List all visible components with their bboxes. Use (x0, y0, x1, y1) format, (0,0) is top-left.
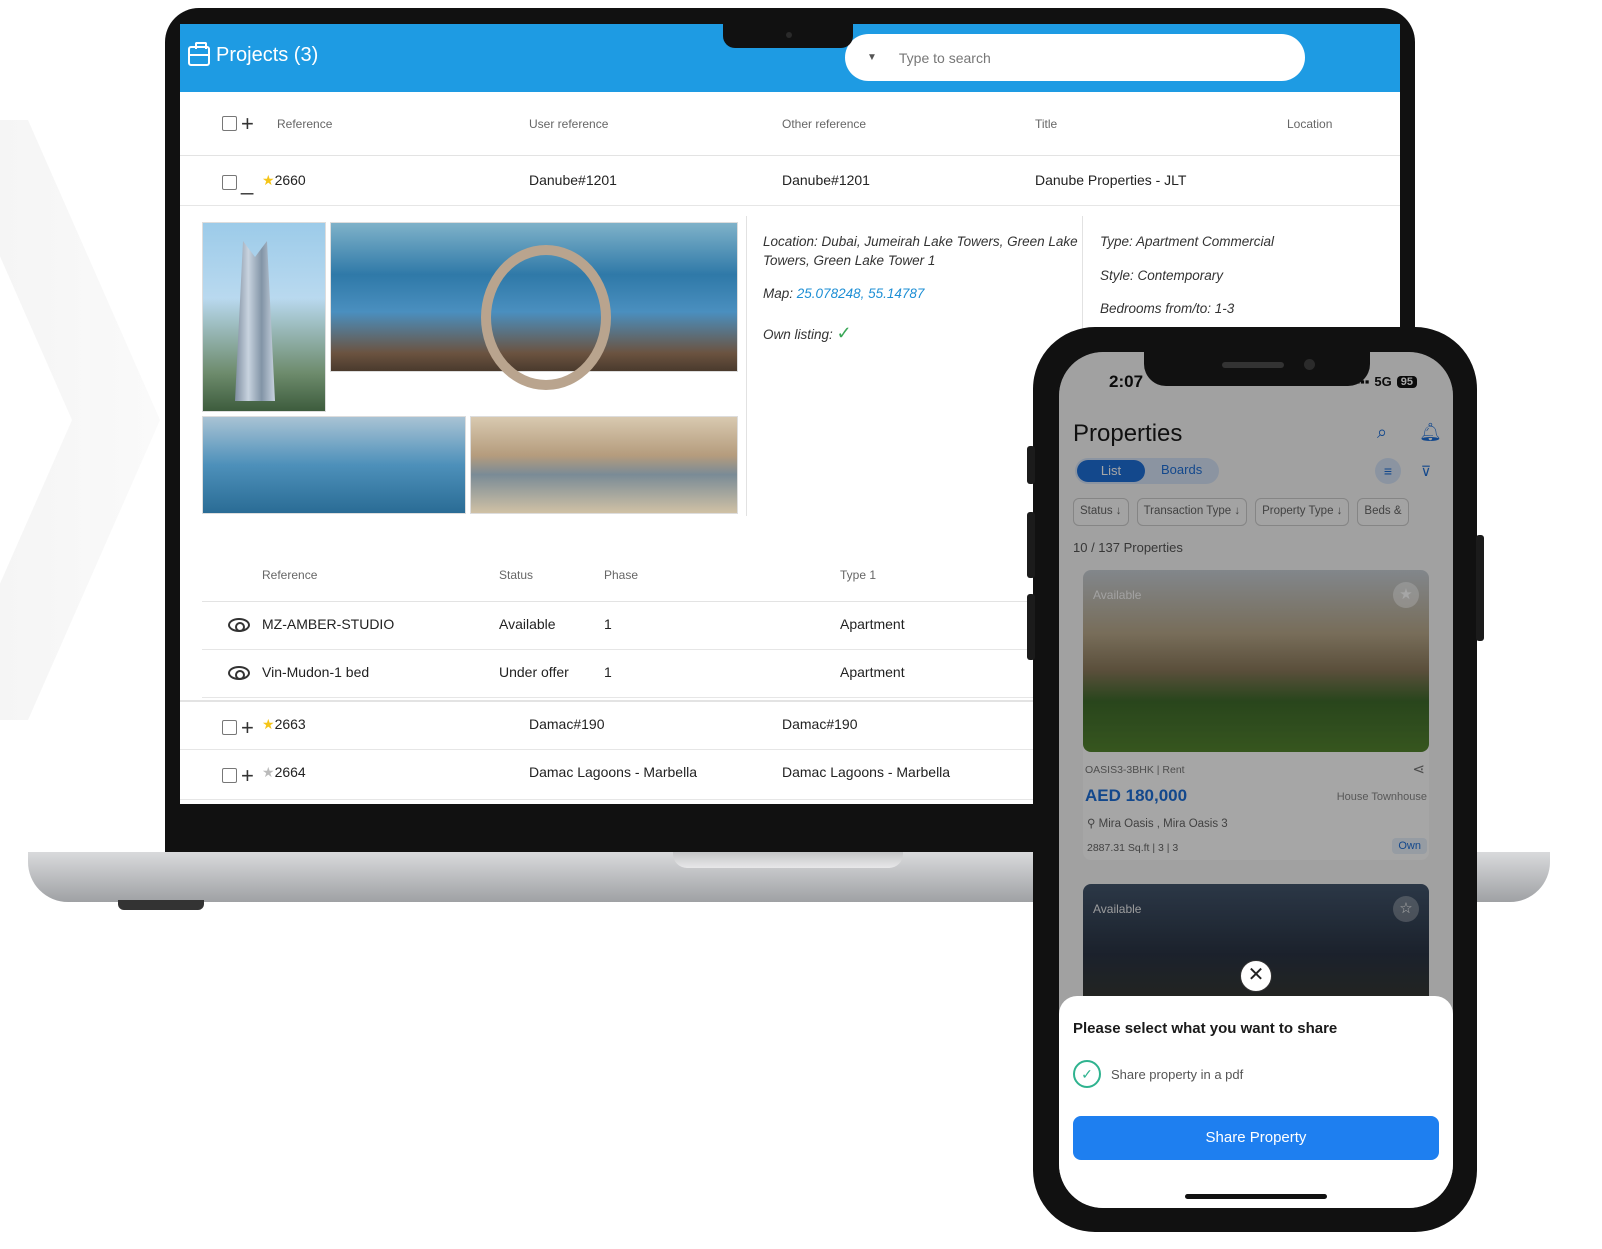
eye-icon[interactable] (228, 618, 250, 632)
unit-phase: 1 (604, 616, 612, 632)
row-reference: 2664 (274, 764, 306, 780)
col-title[interactable]: Title (1035, 117, 1057, 131)
home-indicator (1185, 1194, 1327, 1199)
col-phase[interactable]: Phase (604, 568, 638, 582)
col-location[interactable]: Location (1287, 117, 1332, 131)
detail-own-listing: Own listing: ✓ (763, 323, 852, 343)
unit-status: Available (499, 616, 556, 632)
divider (746, 216, 747, 516)
tower-photo[interactable] (202, 222, 326, 412)
col-other-reference[interactable]: Other reference (782, 117, 866, 131)
expand-icon[interactable]: + (241, 716, 254, 738)
divider (1082, 216, 1083, 336)
col-user-reference[interactable]: User reference (529, 117, 608, 131)
row-reference: 2663 (274, 716, 306, 732)
checkbox[interactable] (222, 767, 237, 783)
phone-button (1027, 446, 1035, 484)
share-sheet: Please select what you want to share ✓ S… (1059, 996, 1453, 1208)
speaker (1222, 362, 1284, 368)
row-reference: 2660 (274, 172, 306, 188)
phone-screen: 2:07 ▪▪▪ 5G 95 Properties ⌕ 🔔︎ List Boar… (1059, 352, 1453, 1208)
unit-reference: Vin-Mudon-1 bed (262, 664, 370, 680)
pool-photo[interactable] (330, 222, 738, 390)
unit-row[interactable]: Vin-Mudon-1 bed Under offer 1 Apartment (202, 650, 1082, 698)
unit-type: Apartment (840, 664, 905, 680)
search-input[interactable]: ▼ Type to search (845, 34, 1305, 81)
row-title: Danube Properties - JLT (1035, 172, 1187, 188)
unit-row[interactable]: MZ-AMBER-STUDIO Available 1 Apartment (202, 602, 1082, 650)
briefcase-icon (188, 41, 210, 66)
units-table-header: Reference Status Phase Type 1 (202, 544, 1082, 602)
unit-status: Under offer (499, 664, 569, 680)
star-icon[interactable]: ★ (262, 764, 275, 780)
app-title[interactable]: Projects (3) (188, 41, 318, 67)
star-icon[interactable]: ★ (262, 172, 275, 188)
collapse-icon[interactable]: _ (241, 171, 253, 193)
col-status[interactable]: Status (499, 568, 533, 582)
row-user-reference: Damac Lagoons - Marbella (529, 764, 698, 780)
sheet-title: Please select what you want to share (1073, 1020, 1338, 1037)
expand-icon[interactable]: + (241, 764, 254, 786)
indoor-pool-photo[interactable] (470, 416, 738, 514)
phone-button (1476, 535, 1484, 641)
phone-button (1027, 512, 1035, 578)
table-row[interactable]: _ ★2660 Danube#1201 Danube#1201 Danube P… (180, 156, 1400, 206)
close-icon[interactable]: ✕ (1240, 960, 1272, 992)
row-other-reference: Damac Lagoons - Marbella (782, 764, 951, 780)
background-chevron (0, 120, 160, 720)
photo-gallery (202, 222, 738, 514)
col-unit-reference[interactable]: Reference (262, 568, 317, 582)
rooftop-pool-photo[interactable] (202, 416, 466, 514)
map-link[interactable]: 25.078248, 55.14787 (797, 286, 925, 301)
check-circle-icon[interactable]: ✓ (1073, 1060, 1101, 1088)
row-other-reference: Danube#1201 (782, 172, 870, 188)
detail-map: Map: 25.078248, 55.14787 (763, 286, 925, 301)
star-icon[interactable]: ★ (262, 716, 275, 732)
checkbox[interactable] (222, 719, 237, 735)
detail-location: Location: Dubai, Jumeirah Lake Towers, G… (763, 234, 1078, 268)
row-other-reference: Damac#190 (782, 716, 858, 732)
expand-all-icon[interactable]: + (241, 113, 254, 135)
eye-icon[interactable] (228, 666, 250, 680)
detail-style: Style: Contemporary (1100, 268, 1224, 283)
share-property-button[interactable]: Share Property (1073, 1116, 1439, 1160)
checkbox[interactable] (222, 116, 237, 132)
phone-notch (1144, 352, 1370, 386)
row-user-reference: Danube#1201 (529, 172, 617, 188)
camera-icon (786, 32, 792, 38)
phone-button (1027, 594, 1035, 660)
unit-reference: MZ-AMBER-STUDIO (262, 616, 395, 632)
check-icon: ✓ (836, 323, 852, 343)
col-reference[interactable]: Reference (277, 117, 332, 131)
detail-type: Type: Apartment Commercial (1100, 234, 1275, 249)
select-all[interactable]: + (222, 113, 254, 135)
unit-type: Apartment (840, 616, 905, 632)
table-header: + Reference User reference Other referen… (180, 92, 1400, 156)
caret-down-icon[interactable]: ▼ (867, 52, 877, 63)
laptop-foot (118, 900, 204, 910)
detail-bedrooms: Bedrooms from/to: 1-3 (1100, 301, 1235, 316)
unit-phase: 1 (604, 664, 612, 680)
checkbox[interactable] (222, 174, 237, 190)
laptop-lip (673, 852, 903, 868)
row-user-reference: Damac#190 (529, 716, 605, 732)
share-option-pdf[interactable]: ✓ Share property in a pdf (1073, 1060, 1243, 1088)
col-type[interactable]: Type 1 (840, 568, 876, 582)
front-camera (1304, 359, 1315, 370)
